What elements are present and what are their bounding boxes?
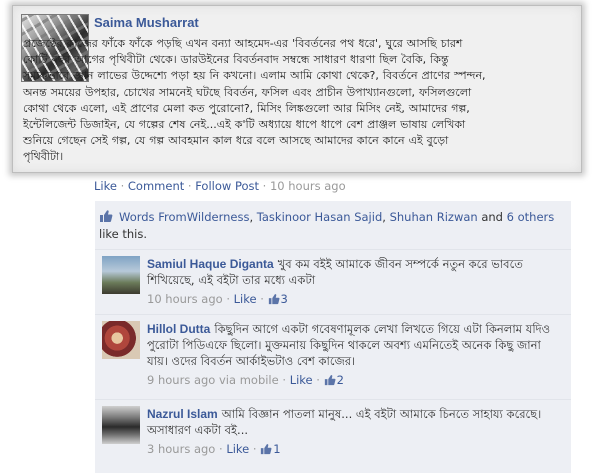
commenter-name[interactable]: Samiul Haque Diganta (147, 257, 274, 271)
comment-body: Hillol Dutta কিছুদিন আগে একটা গবেষণামূলক … (147, 321, 565, 388)
post-text-line: সম্যকভাবে জ্ঞান লাভের উদ্দেশ্যে পড়া হয়… (23, 69, 486, 83)
post-text-line: শুনিয়ে গেছেন সেই গল্প, যে গল্প আবহমান ক… (23, 134, 449, 148)
post-box: Saima Musharrat প্রজেক্টের কাজের ফাঁকে ফ… (12, 5, 582, 173)
comment-item: Samiul Haque Diganta খুব কম বইই আমাকে জীব… (95, 249, 571, 314)
post-text-line: কোটি বছর আগের পৃথিবীটা থেকে। ডারউইনের বি… (23, 53, 449, 67)
separator: · (222, 292, 234, 306)
thumbs-up-icon (261, 444, 272, 455)
comment-like-link[interactable]: Like (290, 373, 313, 387)
thumbs-up-icon (268, 294, 280, 305)
comment-body: Samiul Haque Diganta খুব কম বইই আমাকে জীব… (147, 256, 565, 307)
comment-like-count[interactable]: 1 (273, 442, 280, 456)
comment-timestamp[interactable]: 9 hours ago (147, 373, 215, 387)
commenter-avatar[interactable] (102, 256, 140, 294)
comment-timestamp[interactable]: 3 hours ago (147, 442, 215, 456)
post-text-line: কোথা থেকে এলো, এই প্রাণের মেলা কত পুরোনো… (23, 101, 470, 115)
post-actions: Like · Comment · Follow Post · 10 hours … (94, 179, 346, 193)
commenter-name[interactable]: Hillol Dutta (147, 322, 210, 336)
comment-body: Nazrul Islam আমি বিজ্ঞান পাতলা মানুষ... এ… (147, 406, 565, 457)
comment-meta: 3 hours ago · Like · 1 (147, 441, 565, 457)
post-timestamp[interactable]: 10 hours ago (270, 179, 346, 193)
comment-meta: 10 hours ago · Like · 3 (147, 291, 565, 307)
comment-like-link[interactable]: Like (226, 442, 249, 456)
post-text: প্রজেক্টের কাজের ফাঁকে ফাঁকে পড়ছি এখন ব… (23, 36, 571, 166)
like-summary: Words FromWilderness, Taskinoor Hasan Sa… (99, 209, 565, 243)
separator: , (249, 210, 257, 224)
liker-name[interactable]: Taskinoor Hasan Sajid (257, 210, 382, 224)
liker-name[interactable]: Shuhan Rizwan (390, 210, 478, 224)
comment-via: via mobile (215, 373, 279, 387)
separator: · (312, 373, 324, 387)
follow-post-link[interactable]: Follow Post (195, 179, 259, 193)
thumbs-up-icon (100, 210, 113, 222)
separator: · (256, 292, 268, 306)
separator: · (116, 179, 128, 193)
comments-section: Words FromWilderness, Taskinoor Hasan Sa… (95, 201, 571, 473)
commenter-name[interactable]: Nazrul Islam (147, 407, 218, 421)
comment-like-count[interactable]: 2 (337, 373, 344, 387)
others-like-link[interactable]: 6 others (507, 210, 555, 224)
comment-item: Hillol Dutta কিছুদিন আগে একটা গবেষণামূলক … (95, 314, 571, 399)
separator: · (278, 373, 290, 387)
commenter-avatar[interactable] (102, 321, 140, 359)
separator: · (249, 442, 261, 456)
like-link[interactable]: Like (94, 179, 117, 193)
separator: · (184, 179, 196, 193)
post-author-name[interactable]: Saima Musharrat (94, 15, 199, 30)
post-text-line: ইন্টেলিজেন্ট ডিজাইন, যে গল্পের শেষ নেই..… (23, 118, 466, 132)
comment-link[interactable]: Comment (128, 179, 184, 193)
comment-like-count[interactable]: 3 (281, 292, 288, 306)
comment-meta: 9 hours ago via mobile · Like · 2 (147, 372, 565, 388)
comment-like-link[interactable]: Like (234, 292, 257, 306)
liker-name[interactable]: Words FromWilderness (119, 210, 249, 224)
thumbs-up-icon (324, 375, 336, 386)
post-text-line: প্রজেক্টের কাজের ফাঁকে ফাঁকে পড়ছি এখন ব… (23, 37, 463, 50)
separator: , (382, 210, 390, 224)
separator: · (215, 442, 227, 456)
post-text-line: পৃথিবীটা। (23, 150, 64, 164)
commenter-avatar[interactable] (102, 406, 140, 444)
likes-and-text: and (477, 210, 507, 224)
separator: · (259, 179, 270, 193)
likes-suffix: like this. (99, 227, 148, 241)
comment-timestamp[interactable]: 10 hours ago (147, 292, 223, 306)
post-text-line: অনন্ত সময়ের উপহার, চোখের সামনেই ঘটছে বি… (23, 85, 472, 99)
comment-item: Nazrul Islam আমি বিজ্ঞান পাতলা মানুষ... এ… (95, 399, 571, 470)
